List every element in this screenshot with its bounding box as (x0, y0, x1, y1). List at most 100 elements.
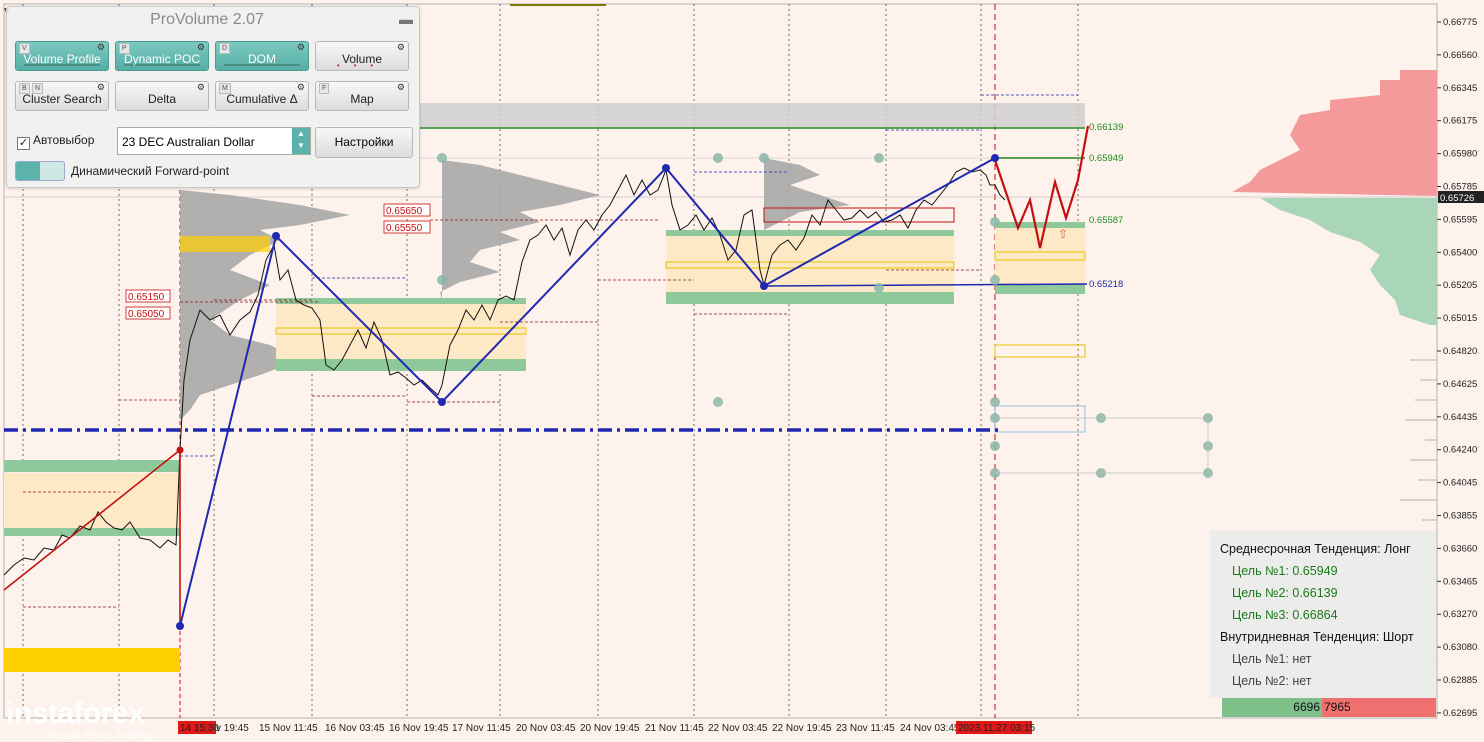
tool-button-volume-profile[interactable]: V ⚙ Volume Profile (15, 41, 109, 71)
gear-icon[interactable]: ⚙ (297, 82, 305, 92)
time-tick-label: 14 15:30 (180, 723, 219, 734)
price-tick-label: 0.63660 (1443, 543, 1477, 554)
tool-button-dom[interactable]: D ⚙ DOM (215, 41, 309, 71)
svg-text:0.65050: 0.65050 (128, 309, 165, 320)
time-tick-label: 17 Nov 11:45 (452, 723, 511, 734)
forward-point-toggle[interactable] (15, 161, 65, 181)
price-tick-label: 0.64435 (1443, 412, 1477, 423)
price-tick-label: 0.65015 (1443, 313, 1477, 324)
active-indicator (124, 64, 200, 66)
auto-select-label: Автовыбор (33, 133, 95, 147)
price-tick-label: 0.66175 (1443, 116, 1477, 127)
time-tick-label: 15 Nov 11:45 (259, 723, 318, 734)
tool-button-label: Delta (147, 92, 176, 106)
price-tick-label: 0.65205 (1443, 280, 1477, 291)
instrument-select[interactable]: 23 DEC Australian Dollar ▲ ▼ (117, 127, 311, 155)
panel-title: ProVolume 2.07 (150, 11, 264, 28)
time-tick-label: 23 Nov 11:45 (836, 723, 895, 734)
tool-button-cluster-search[interactable]: B N ⚙ Cluster Search (15, 81, 109, 111)
spinner-arrows-icon[interactable]: ▲ ▼ (292, 128, 310, 154)
hotkey-badge: D (219, 43, 231, 54)
tool-button-dynamic-poc[interactable]: P ⚙ Dynamic POC (115, 41, 209, 71)
time-tick-label: 24 Nov 03:45 (900, 723, 960, 734)
tool-button-cumulative[interactable]: M ⚙ Cumulative Δ (215, 81, 309, 111)
tool-button-label: Cluster Search (22, 92, 102, 106)
price-tick-label: 0.65980 (1443, 149, 1477, 160)
time-axis: 14 15:30v 19:45 15 Nov 11:45 16 Nov 03:45 1… (178, 721, 1036, 734)
gear-icon[interactable]: ⚙ (397, 82, 405, 92)
price-tick-label: 0.65785 (1443, 182, 1477, 193)
hotkey-badge: M (219, 83, 231, 94)
price-tick-label: 0.66345 (1443, 83, 1477, 94)
hotkey-badge: F (319, 83, 330, 94)
price-tick-label: 0.62695 (1443, 708, 1477, 719)
instaforex-logo: instaforex Instant Forex Trading (6, 698, 152, 742)
current-price-label: 0.65726 (1440, 193, 1474, 204)
gear-icon[interactable]: ⚙ (197, 42, 205, 52)
price-tick-label: 0.64820 (1443, 346, 1477, 357)
auto-select-checkbox[interactable]: ✓ Автовыбор (17, 133, 94, 150)
svg-text:0.65650: 0.65650 (386, 206, 423, 217)
volume-balance-bar: 6696 7965 (1222, 698, 1436, 717)
target-3: Цель №3: 0.66864 (1232, 608, 1338, 622)
time-tick-label: 21 Nov 11:45 (645, 723, 704, 734)
time-tick-label: 16 Nov 03:45 (325, 723, 385, 734)
svg-text:0.66139: 0.66139 (1089, 122, 1123, 133)
price-tick-label: 0.63465 (1443, 576, 1477, 587)
time-tick-label: 22 Nov 19:45 (772, 723, 832, 734)
active-indicator (24, 64, 100, 66)
price-tick-label: 0.65595 (1443, 214, 1477, 225)
price-tick-label: 0.62885 (1443, 675, 1477, 686)
time-tick-label: 20 Nov 03:45 (516, 723, 576, 734)
svg-text:0.65150: 0.65150 (128, 292, 165, 303)
price-tick-label: 0.66775 (1443, 17, 1477, 28)
time-tick-label: 20 Nov 19:45 (580, 723, 640, 734)
trend-info-box: Среднесрочная Тенденция: Лонг Цель №1: 0… (1210, 530, 1436, 698)
price-tick-label: 0.65400 (1443, 247, 1477, 258)
price-tick-label: 0.63270 (1443, 609, 1477, 620)
gear-icon[interactable]: ⚙ (97, 82, 105, 92)
time-tick-label: 22 Nov 03:45 (708, 723, 768, 734)
svg-text:0.65949: 0.65949 (1089, 153, 1123, 164)
sell-volume: 7965 (1322, 698, 1436, 717)
price-tick-label: 0.66560 (1443, 50, 1477, 61)
checkbox-icon[interactable]: ✓ (17, 137, 30, 150)
svg-text:⇧: ⇧ (1058, 227, 1068, 241)
gear-icon[interactable]: ⚙ (197, 82, 205, 92)
hotkey-badge: N (32, 83, 44, 94)
price-tick-label: 0.64625 (1443, 379, 1477, 390)
medium-trend: Среднесрочная Тенденция: Лонг (1220, 542, 1411, 556)
logo-tagline: Instant Forex Trading (48, 730, 152, 742)
svg-text:0.65218: 0.65218 (1089, 279, 1123, 290)
tool-button-volume[interactable]: ⚙ Volume ••• (315, 41, 409, 71)
buy-volume: 6696 (1222, 698, 1322, 717)
active-indicator (224, 64, 300, 66)
hotkey-badge: B (19, 83, 30, 94)
price-axis: 0.66775 0.66560 0.66345 0.66175 0.65980 0.657… (1437, 17, 1477, 719)
time-tick-label: 2023.11.27 03:15 (958, 723, 1036, 734)
instrument-value: 23 DEC Australian Dollar (122, 135, 255, 149)
time-tick-label: v 19:45 (216, 723, 249, 734)
target-1: Цель №1: 0.65949 (1232, 564, 1338, 578)
gear-icon[interactable]: ⚙ (397, 42, 405, 52)
tool-button-map[interactable]: F ⚙ Map (315, 81, 409, 111)
minimize-button[interactable]: ▬ (399, 11, 413, 27)
tool-button-label: Map (350, 92, 374, 106)
svg-text:0.65550: 0.65550 (386, 223, 423, 234)
intraday-target-2: Цель №2: нет (1232, 674, 1312, 688)
provolume-panel[interactable]: ProVolume 2.07 ▬ V ⚙ Volume Profile P ⚙ Dynam… (6, 6, 420, 188)
time-tick-label: 16 Nov 19:45 (389, 723, 449, 734)
intraday-target-1: Цель №1: нет (1232, 652, 1312, 666)
price-tick-label: 0.64240 (1443, 445, 1477, 456)
gear-icon[interactable]: ⚙ (297, 42, 305, 52)
mode-dots: ••• (336, 61, 388, 70)
hotkey-badge: V (19, 43, 30, 54)
logo-name: instaforex (6, 697, 145, 730)
hotkey-badge: P (119, 43, 130, 54)
tool-button-delta[interactable]: ⚙ Delta (115, 81, 209, 111)
settings-button[interactable]: Настройки (315, 127, 413, 158)
svg-text:0.65587: 0.65587 (1089, 215, 1123, 226)
price-tick-label: 0.63855 (1443, 511, 1477, 522)
gear-icon[interactable]: ⚙ (97, 42, 105, 52)
forward-point-label: Динамический Forward-point (71, 164, 230, 178)
